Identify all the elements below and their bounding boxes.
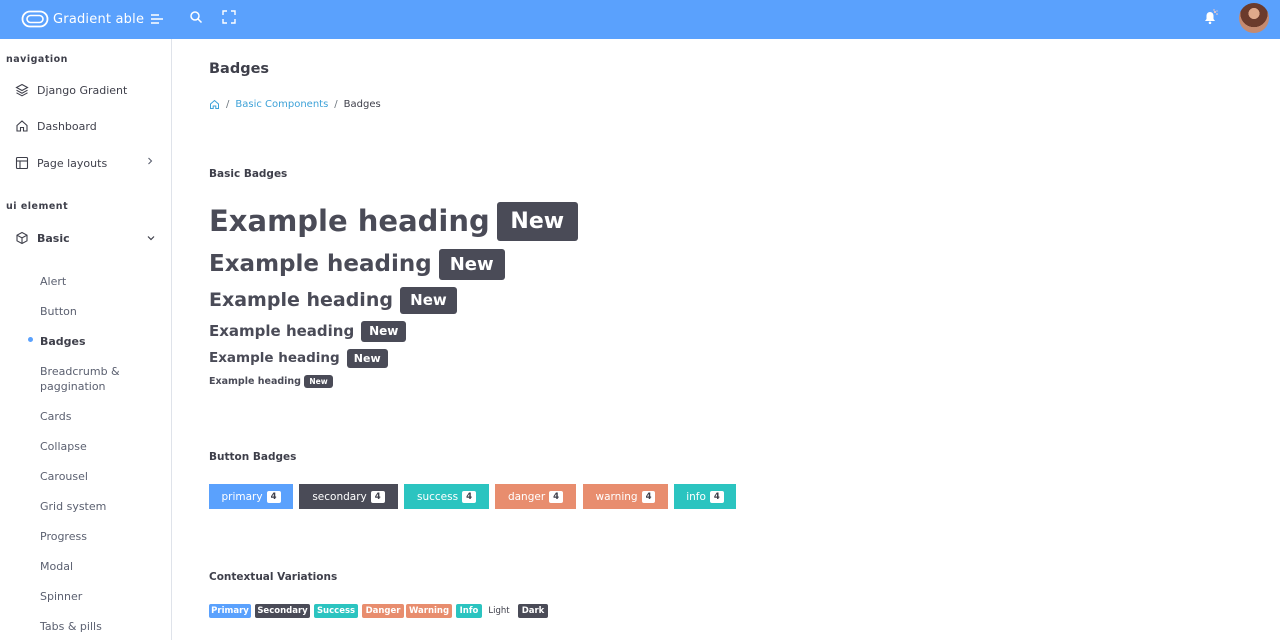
sidebar-sub-breadcrumb[interactable]: Breadcrumb & paggination xyxy=(40,364,120,394)
sidebar-sub-breadcrumb-line1: Breadcrumb & xyxy=(40,365,120,378)
sidebar-sub-progress[interactable]: Progress xyxy=(40,529,87,544)
sidebar-item-label: Dashboard xyxy=(37,119,97,133)
heading-text: Example heading xyxy=(209,204,490,238)
section-title-contextual-variations: Contextual Variations xyxy=(209,571,338,583)
info-badge: Info xyxy=(456,604,482,618)
button-label: secondary xyxy=(312,490,367,503)
bell-icon[interactable] xyxy=(1201,8,1219,26)
sidebar-sub-breadcrumb-line2: paggination xyxy=(40,380,106,393)
heading-text: Example heading xyxy=(209,322,355,340)
sidebar-sub-badges[interactable]: Badges xyxy=(40,334,86,349)
sidebar-item-label: Basic xyxy=(37,231,70,245)
brand-logo[interactable]: Gradient able xyxy=(21,9,144,29)
sidebar-sub-spinner[interactable]: Spinner xyxy=(40,589,82,604)
user-avatar[interactable] xyxy=(1239,3,1269,33)
light-badge: Light xyxy=(485,604,513,618)
button-label: info xyxy=(686,490,706,503)
heading-h1: Example heading New xyxy=(209,201,578,241)
warning-button[interactable]: warning 4 xyxy=(583,484,668,509)
fullscreen-icon[interactable] xyxy=(222,10,236,24)
breadcrumb-separator: / xyxy=(334,99,338,110)
count-badge: 4 xyxy=(370,490,385,503)
new-badge: New xyxy=(496,201,578,241)
sidebar-sub-tabs-pills[interactable]: Tabs & pills xyxy=(40,619,102,634)
dark-badge: Dark xyxy=(518,604,548,618)
section-title-basic-badges: Basic Badges xyxy=(209,168,288,180)
sidebar-item-basic[interactable]: Basic xyxy=(0,225,171,251)
top-header: Gradient able xyxy=(0,0,1280,39)
sidebar-item-page-layouts[interactable]: Page layouts xyxy=(0,150,171,176)
count-badge: 4 xyxy=(549,490,564,503)
count-badge: 4 xyxy=(709,490,724,503)
nav-caption-navigation: navigation xyxy=(6,54,68,65)
count-badge: 4 xyxy=(266,490,281,503)
nav-caption-ui-element: ui element xyxy=(6,201,69,212)
logo-icon xyxy=(21,10,49,28)
breadcrumb: / Basic Components / Badges xyxy=(209,99,381,110)
new-badge: New xyxy=(438,248,505,280)
breadcrumb-link-basic-components[interactable]: Basic Components xyxy=(235,99,328,110)
sidebar-item-label: Django Gradient xyxy=(37,83,128,97)
main-content: Badges / Basic Components / Badges Basic… xyxy=(172,39,1280,640)
box-icon xyxy=(16,231,28,245)
heading-h5: Example heading New xyxy=(209,348,388,368)
page-title: Badges xyxy=(209,61,270,77)
sidebar-sub-grid-system[interactable]: Grid system xyxy=(40,499,106,514)
button-label: warning xyxy=(595,490,638,503)
breadcrumb-current: Badges xyxy=(343,99,381,110)
sidebar-sub-collapse[interactable]: Collapse xyxy=(40,439,87,454)
chevron-right-icon xyxy=(148,157,153,165)
heading-text: Example heading xyxy=(209,350,340,366)
primary-button[interactable]: primary 4 xyxy=(209,484,293,509)
sidebar-sub-carousel[interactable]: Carousel xyxy=(40,469,88,484)
home-icon[interactable] xyxy=(209,99,220,110)
home-icon xyxy=(16,120,28,132)
search-icon[interactable] xyxy=(189,10,203,24)
sidebar-item-django-gradient[interactable]: Django Gradient xyxy=(0,77,171,103)
heading-h6: Example heading New xyxy=(209,374,333,388)
new-badge: New xyxy=(399,286,457,314)
sidebar-sub-button[interactable]: Button xyxy=(40,304,77,319)
info-button[interactable]: info 4 xyxy=(674,484,736,509)
breadcrumb-separator: / xyxy=(226,99,230,110)
logo-text: Gradient able xyxy=(53,11,145,27)
primary-badge: Primary xyxy=(209,604,251,618)
sidebar-item-label: Page layouts xyxy=(37,156,108,170)
heading-text: Example heading xyxy=(209,251,432,277)
heading-text: Example heading xyxy=(209,375,301,387)
heading-text: Example heading xyxy=(209,289,393,311)
new-badge: New xyxy=(361,320,407,342)
sidebar: navigation Django Gradient Dashboard Pag… xyxy=(0,39,172,640)
button-label: danger xyxy=(507,490,546,503)
heading-h4: Example heading New xyxy=(209,320,407,342)
chevron-down-icon xyxy=(147,236,155,241)
success-button[interactable]: success 4 xyxy=(404,484,489,509)
layout-icon xyxy=(15,156,29,170)
new-badge: New xyxy=(303,374,333,388)
active-indicator-dot xyxy=(28,337,33,342)
sidebar-sub-cards[interactable]: Cards xyxy=(40,409,71,424)
new-badge: New xyxy=(346,348,388,368)
heading-h2: Example heading New xyxy=(209,248,505,280)
sidebar-item-dashboard[interactable]: Dashboard xyxy=(0,113,171,139)
layers-icon xyxy=(15,83,29,97)
warning-badge: Warning xyxy=(406,604,452,618)
danger-button[interactable]: danger 4 xyxy=(495,484,576,509)
count-badge: 4 xyxy=(641,490,656,503)
secondary-badge: Secondary xyxy=(255,604,310,618)
secondary-button[interactable]: secondary 4 xyxy=(299,484,398,509)
heading-h3: Example heading New xyxy=(209,286,457,314)
menu-icon[interactable] xyxy=(150,12,164,26)
sidebar-sub-modal[interactable]: Modal xyxy=(40,559,73,574)
sidebar-sub-alert[interactable]: Alert xyxy=(40,274,66,289)
success-badge: Success xyxy=(314,604,358,618)
button-label: success xyxy=(417,490,459,503)
section-title-button-badges: Button Badges xyxy=(209,451,297,463)
button-label: primary xyxy=(221,490,263,503)
count-badge: 4 xyxy=(462,490,476,503)
danger-badge: Danger xyxy=(362,604,404,618)
